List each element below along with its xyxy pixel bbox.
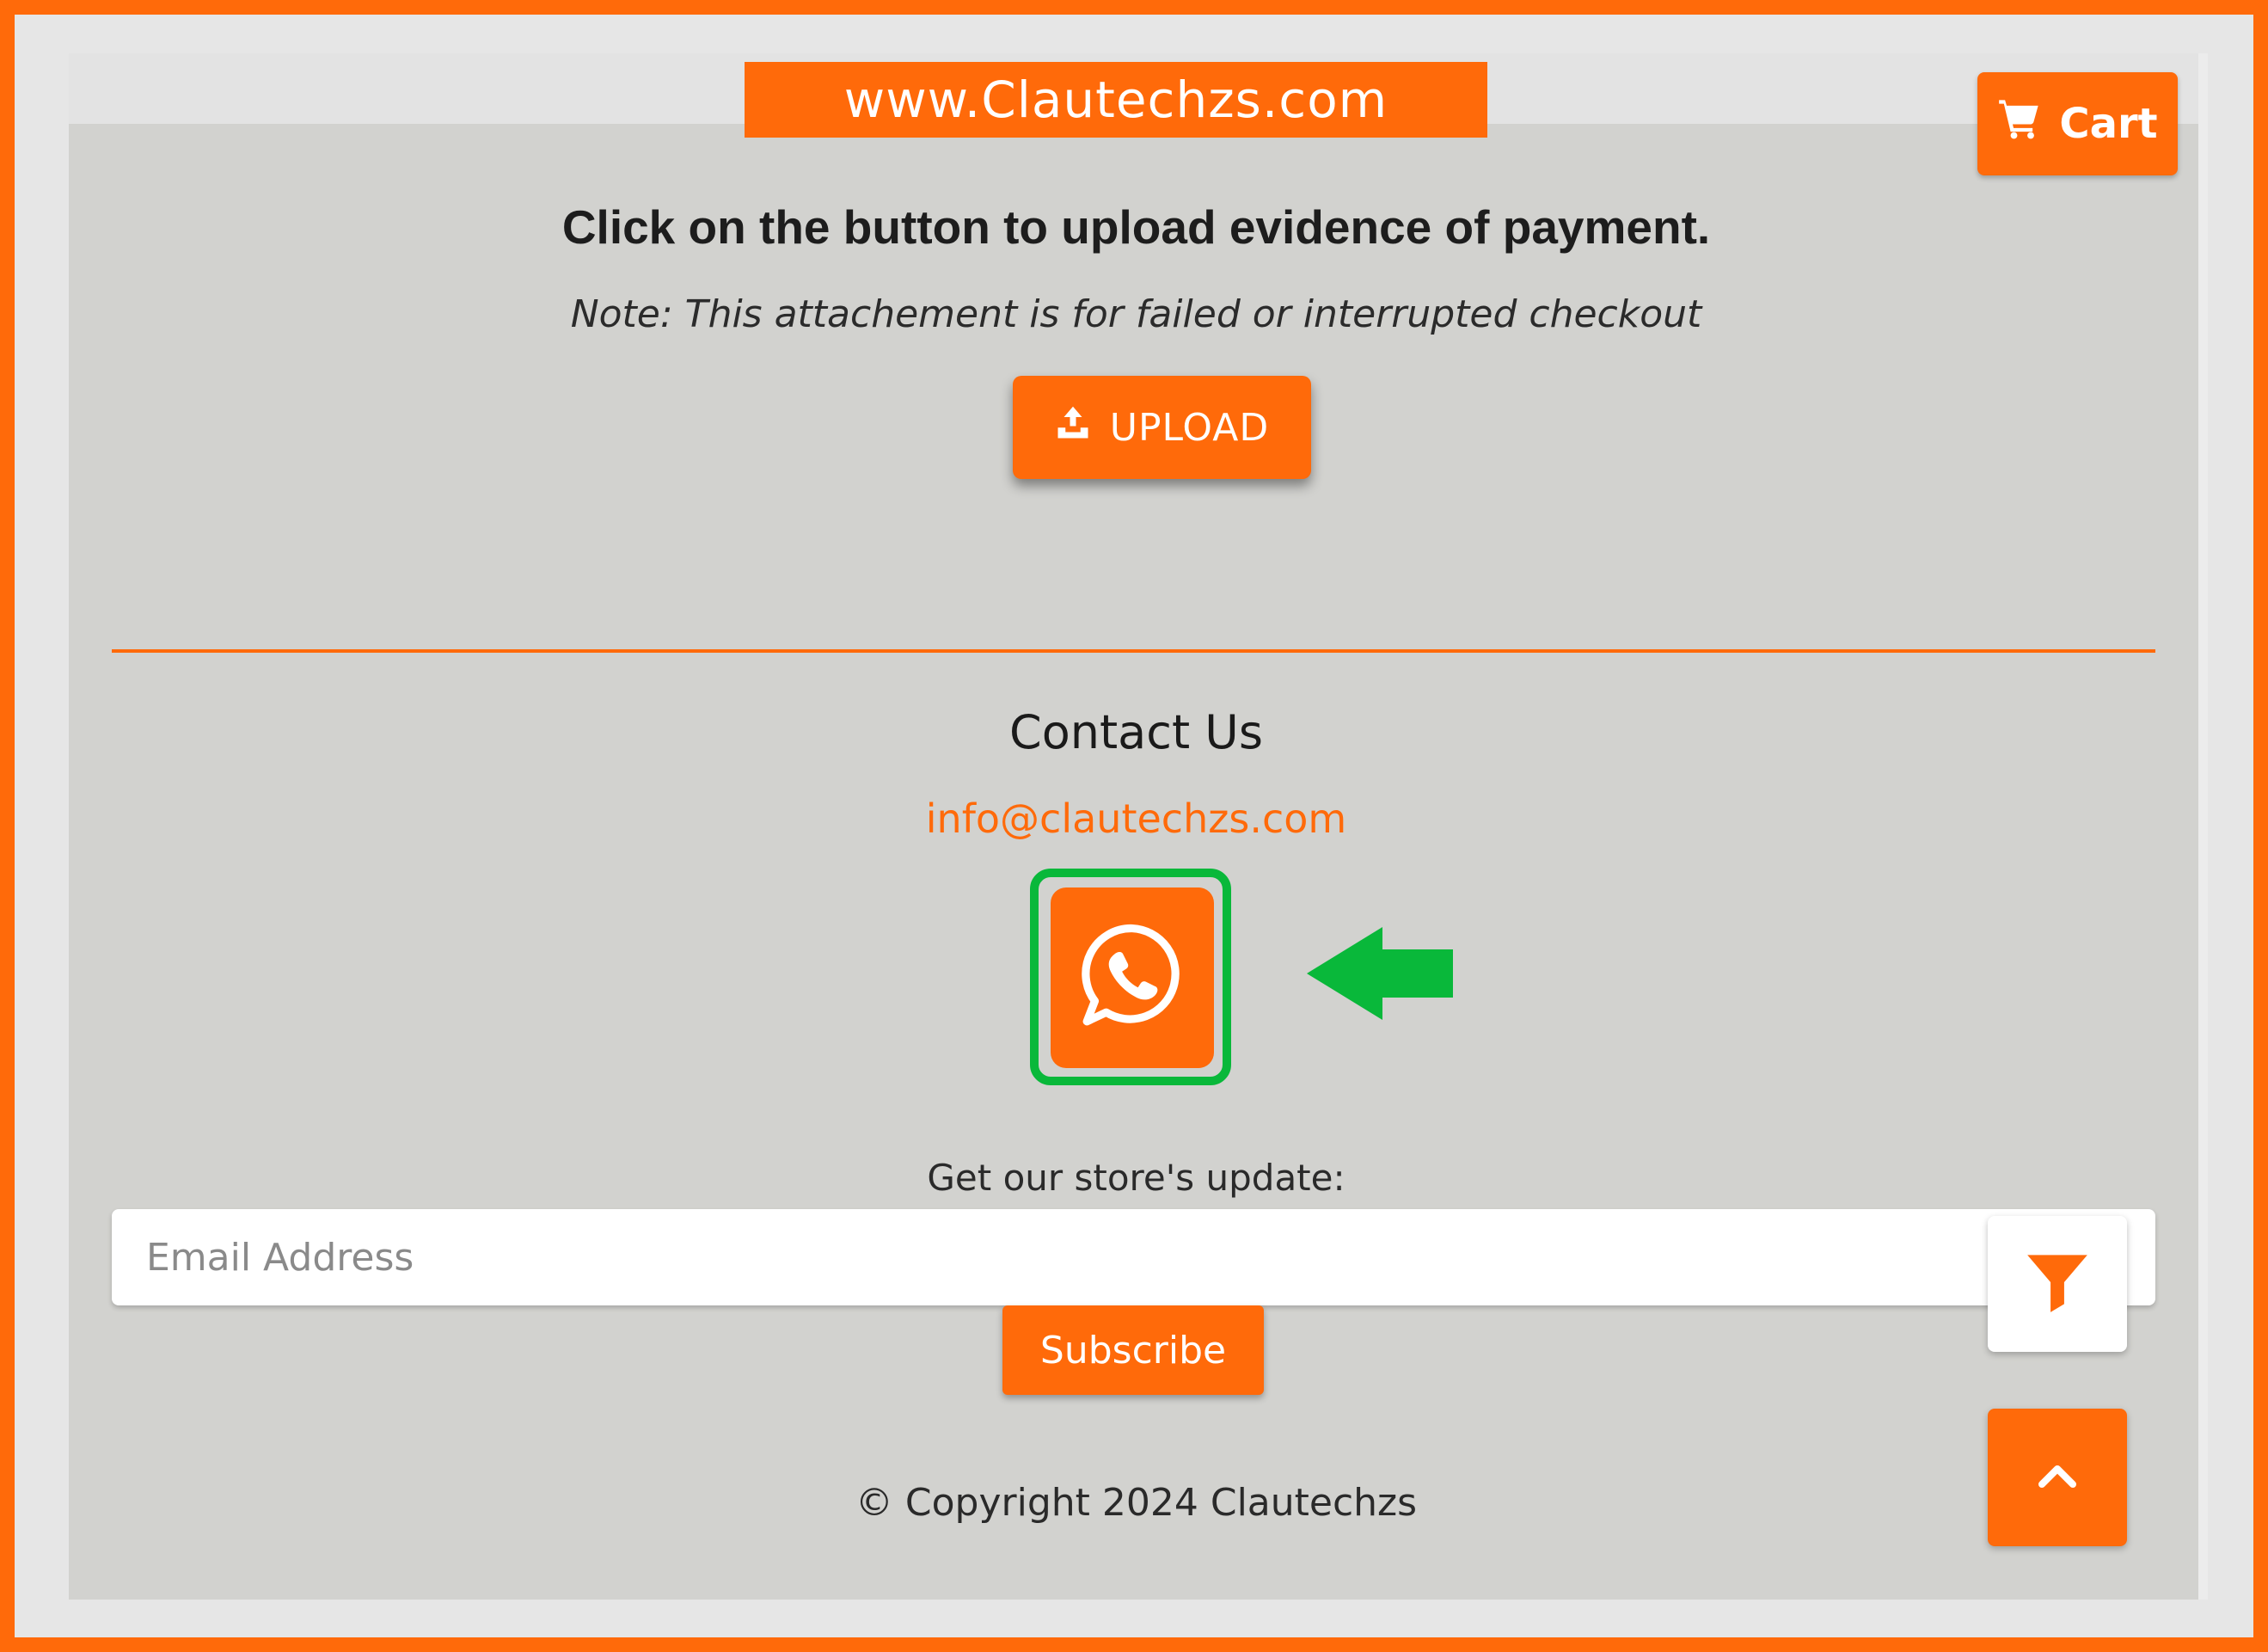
contact-title: Contact Us bbox=[1009, 705, 1263, 759]
copyright-text: © Copyright 2024 Clautechzs bbox=[855, 1481, 1418, 1525]
subscribe-button[interactable]: Subscribe bbox=[1002, 1305, 1264, 1395]
filter-button[interactable] bbox=[1988, 1216, 2127, 1352]
upload-label: UPLOAD bbox=[1109, 405, 1270, 450]
whatsapp-button[interactable] bbox=[1051, 887, 1214, 1068]
cart-icon bbox=[1997, 96, 2042, 151]
upload-button[interactable]: UPLOAD bbox=[1013, 376, 1311, 479]
email-address-input[interactable] bbox=[112, 1209, 2155, 1305]
scroll-to-top-button[interactable] bbox=[1988, 1409, 2127, 1546]
upload-heading: Click on the button to upload evidence o… bbox=[561, 200, 1711, 254]
cart-button[interactable]: Cart bbox=[1977, 72, 2178, 175]
upload-icon bbox=[1055, 404, 1091, 451]
cart-label: Cart bbox=[2059, 100, 2158, 148]
site-watermark: www.Clautechzs.com bbox=[745, 62, 1487, 138]
filter-icon bbox=[2025, 1250, 2090, 1318]
whatsapp-icon bbox=[1076, 919, 1189, 1036]
green-arrow-left-icon bbox=[1307, 927, 1453, 1020]
newsletter-label: Get our store's update: bbox=[927, 1157, 1345, 1199]
upload-note: Note: This attachement is for failed or … bbox=[570, 292, 1702, 336]
section-divider bbox=[112, 649, 2155, 653]
contact-email-link[interactable]: info@clautechzs.com bbox=[69, 795, 2204, 842]
